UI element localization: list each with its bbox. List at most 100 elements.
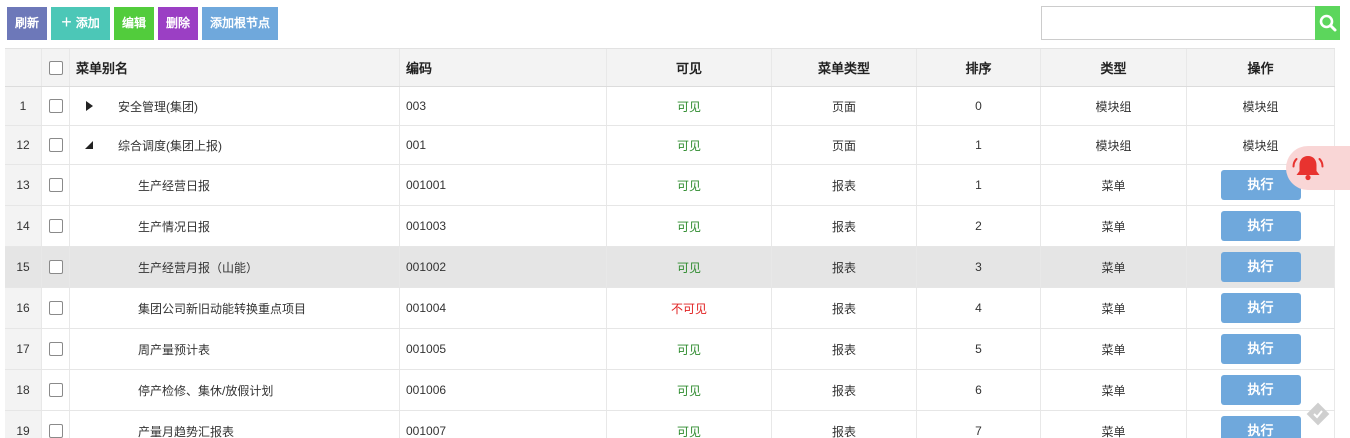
row-checkbox[interactable] [49,424,63,438]
visible-cell: 可见 [607,370,772,410]
visible-cell: 可见 [607,411,772,438]
code-cell: 001 [400,126,607,164]
row-number: 18 [16,383,29,397]
menu-alias-text: 周产量预计表 [138,341,210,358]
table-row[interactable]: 15生产经营月报（山能）001002可见报表3菜单执行 [5,247,1335,288]
menu-type-text: 报表 [832,218,856,235]
type-text: 菜单 [1101,423,1125,438]
row-number: 19 [16,424,29,438]
execute-button[interactable]: 执行 [1221,293,1301,323]
menu-alias-cell: 生产经营日报 [70,165,400,205]
row-number: 15 [16,260,29,274]
diamond-icon [1303,399,1333,429]
table-header: 菜单别名 编码 可见 菜单类型 排序 类型 操作 [5,48,1335,87]
header-type[interactable]: 类型 [1041,49,1187,86]
header-code-label: 编码 [406,58,432,77]
order-cell: 7 [917,411,1041,438]
menu-type-text: 报表 [832,423,856,438]
header-code[interactable]: 编码 [400,49,607,86]
row-checkbox[interactable] [49,219,63,233]
visible-status: 可见 [677,177,701,194]
row-checkbox[interactable] [49,178,63,192]
search-input[interactable] [1042,7,1314,39]
search-icon [1315,6,1340,40]
execute-button[interactable]: 执行 [1221,211,1301,241]
type-text: 菜单 [1101,341,1125,358]
menu-alias-cell: 停产检修、集休/放假计划 [70,370,400,410]
table-row[interactable]: 17周产量预计表001005可见报表5菜单执行 [5,329,1335,370]
floating-tool-button[interactable] [1303,399,1333,429]
menu-tree-grid: 菜单别名 编码 可见 菜单类型 排序 类型 操作 1安全管理(集团)003可见页… [5,48,1335,438]
execute-button[interactable]: 执行 [1221,416,1301,438]
menu-type-text: 页面 [832,98,856,115]
row-checkbox[interactable] [49,342,63,356]
row-number: 17 [16,342,29,356]
search-button[interactable] [1315,6,1340,40]
delete-button[interactable]: 删除 [158,7,198,40]
type-cell: 菜单 [1041,370,1187,410]
menu-alias-text: 产量月趋势汇报表 [138,423,234,438]
row-number-cell: 16 [5,288,42,328]
table-row[interactable]: 18停产检修、集休/放假计划001006可见报表6菜单执行 [5,370,1335,411]
menu-type-cell: 报表 [772,247,917,287]
header-menu-alias[interactable]: 菜单别名 [70,49,400,86]
execute-button[interactable]: 执行 [1221,375,1301,405]
menu-alias-text: 停产检修、集休/放假计划 [138,382,273,399]
row-checkbox-cell [42,126,70,164]
header-menu-type-label: 菜单类型 [818,58,870,77]
table-row[interactable]: 16集团公司新旧动能转换重点项目001004不可见报表4菜单执行 [5,288,1335,329]
notification-bell-button[interactable] [1286,146,1350,190]
row-checkbox[interactable] [49,138,63,152]
table-row[interactable]: 1安全管理(集团)003可见页面0模块组模块组 [5,87,1335,126]
edit-button[interactable]: 编辑 [114,7,154,40]
menu-type-cell: 报表 [772,411,917,438]
code-text: 001001 [406,178,446,192]
header-order[interactable]: 排序 [917,49,1041,86]
type-text: 菜单 [1101,300,1125,317]
table-row[interactable]: 14生产情况日报001003可见报表2菜单执行 [5,206,1335,247]
row-number-cell: 12 [5,126,42,164]
visible-status: 可见 [677,423,701,438]
row-number-cell: 13 [5,165,42,205]
row-checkbox-cell [42,288,70,328]
type-cell: 菜单 [1041,247,1187,287]
row-number-cell: 15 [5,247,42,287]
row-number: 1 [20,99,27,113]
header-actions[interactable]: 操作 [1187,49,1335,86]
header-visible[interactable]: 可见 [607,49,772,86]
plus-icon: + [61,7,72,38]
row-number: 14 [16,219,29,233]
row-checkbox[interactable] [49,301,63,315]
menu-alias-cell: 周产量预计表 [70,329,400,369]
edit-label: 编辑 [122,16,146,30]
menu-alias-text: 生产经营日报 [138,177,210,194]
row-checkbox-cell [42,329,70,369]
row-checkbox[interactable] [49,260,63,274]
action-text: 模块组 [1242,137,1278,154]
select-all-checkbox[interactable] [49,61,63,75]
order-text: 3 [975,260,982,274]
code-text: 001 [406,138,426,152]
visible-cell: 可见 [607,126,772,164]
row-checkbox[interactable] [49,99,63,113]
row-checkbox[interactable] [49,383,63,397]
order-text: 7 [975,424,982,438]
row-checkbox-cell [42,411,70,438]
execute-button[interactable]: 执行 [1221,334,1301,364]
row-number-cell: 17 [5,329,42,369]
row-checkbox-cell [42,247,70,287]
execute-button[interactable]: 执行 [1221,252,1301,282]
order-text: 5 [975,342,982,356]
order-cell: 4 [917,288,1041,328]
table-row[interactable]: 12综合调度(集团上报)001可见页面1模块组模块组 [5,126,1335,165]
table-row[interactable]: 13生产经营日报001001可见报表1菜单执行 [5,165,1335,206]
code-text: 001005 [406,342,446,356]
collapse-caret-icon[interactable] [80,141,98,149]
header-menu-type[interactable]: 菜单类型 [772,49,917,86]
refresh-button[interactable]: 刷新 [7,7,47,40]
add-root-node-button[interactable]: 添加根节点 [202,7,278,40]
menu-alias-cell: 生产经营月报（山能） [70,247,400,287]
add-button[interactable]: +添加 [51,7,110,40]
table-row[interactable]: 19产量月趋势汇报表001007可见报表7菜单执行 [5,411,1335,438]
expand-caret-icon[interactable] [80,101,98,111]
